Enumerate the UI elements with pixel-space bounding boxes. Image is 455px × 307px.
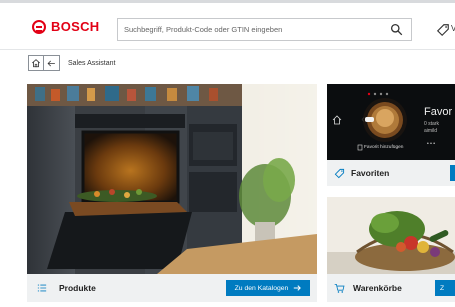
search-icon[interactable]: [390, 23, 403, 36]
tag-icon[interactable]: [436, 23, 450, 37]
carts-cta-button[interactable]: Z: [435, 280, 455, 296]
vegetable-basket-image: [327, 197, 455, 274]
home-button[interactable]: [28, 55, 44, 71]
arrow-right-icon: [294, 285, 302, 291]
coffee-machine-screen: Favor 0 stark aimild Favorit hinzufügen …: [327, 84, 455, 160]
favorites-card-title: Favoriten: [351, 168, 390, 178]
favorites-nav-label[interactable]: V: [451, 24, 455, 33]
screen-sub-mild: aimild: [424, 128, 438, 134]
to-catalogs-label: Zu den Katalogen: [234, 284, 289, 292]
products-card-title: Produkte: [59, 283, 96, 293]
search-input[interactable]: [118, 19, 383, 40]
products-card[interactable]: Produkte Zu den Katalogen: [27, 84, 317, 302]
tag-icon: [334, 168, 345, 178]
screen-add-favorite: Favorit hinzufügen: [364, 145, 404, 150]
kitchen-oven-image: [27, 84, 317, 274]
back-button[interactable]: [44, 55, 60, 71]
breadcrumb: Sales Assistant: [28, 55, 115, 71]
carts-card-title: Warenkörbe: [353, 283, 402, 293]
arrow-left-icon: [47, 60, 55, 66]
brand-name: BOSCH: [51, 19, 100, 34]
top-bar: BOSCH V: [0, 0, 455, 49]
home-icon: [31, 59, 41, 68]
favorites-cta-button[interactable]: [450, 165, 455, 181]
favorites-card-footer: Favoriten: [327, 160, 455, 186]
list-icon: [37, 284, 47, 292]
screen-dots: • • •: [427, 141, 436, 147]
carts-card[interactable]: Warenkörbe Z: [327, 197, 455, 302]
to-catalogs-button[interactable]: Zu den Katalogen: [226, 280, 310, 296]
screen-sub-strength: 0 stark: [424, 121, 440, 127]
carts-cta-label: Z: [440, 284, 445, 292]
screen-title: Favor: [424, 106, 453, 118]
bosch-logo-icon: [32, 19, 46, 34]
favorites-card[interactable]: Favor 0 stark aimild Favorit hinzufügen …: [327, 84, 455, 186]
header-divider: [0, 49, 455, 50]
cart-icon: [334, 283, 345, 293]
search-box: [117, 18, 412, 41]
bosch-logo[interactable]: BOSCH: [32, 19, 99, 34]
breadcrumb-current: Sales Assistant: [68, 59, 116, 67]
